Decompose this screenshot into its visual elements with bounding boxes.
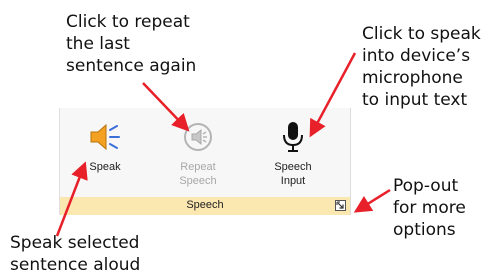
dialog-launcher-icon[interactable]	[335, 200, 346, 211]
repeat-speaker-icon	[178, 117, 218, 157]
microphone-icon	[273, 117, 313, 157]
callout-repeat-speech: Click to repeat the last sentence again	[66, 12, 197, 76]
speak-button-label: Speak	[89, 161, 121, 173]
repeat-speech-button-label: Repeat Speech	[179, 161, 217, 187]
repeat-speech-button[interactable]: Repeat Speech	[170, 111, 226, 195]
speech-input-button-label: Speech Input	[274, 161, 312, 187]
callout-popout: Pop-out for more options	[393, 176, 466, 240]
annotated-ribbon-figure: Click to repeat the last sentence again …	[0, 0, 487, 276]
ribbon-group-footer: Speech	[60, 197, 350, 215]
arrow-popout	[353, 188, 391, 213]
callout-speech-input: Click to speak into device’s microphone …	[362, 24, 481, 110]
speaker-icon	[85, 117, 125, 157]
speech-input-button[interactable]: Speech Input	[262, 111, 324, 195]
callout-speak: Speak selected sentence aloud	[10, 233, 141, 275]
speech-ribbon-group: Speak Repeat Speech Speech Input Speech	[59, 108, 351, 215]
group-label: Speech	[186, 199, 224, 211]
speak-button[interactable]: Speak	[78, 111, 132, 195]
